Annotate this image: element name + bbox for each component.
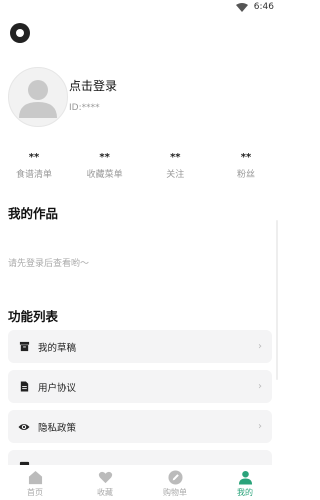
- stat-label: 粉丝: [236, 170, 255, 180]
- chevron-right-icon: ›: [258, 421, 262, 432]
- works-section-title: 我的作品: [8, 206, 59, 221]
- tab-label: 首页: [27, 488, 43, 497]
- stat-label: 食谱清单: [15, 170, 52, 180]
- person-icon: [237, 469, 253, 485]
- menu-item-user-agreement[interactable]: 用户协议 ›: [8, 370, 272, 403]
- chevron-right-icon: ›: [258, 381, 262, 392]
- pencil-icon: [167, 469, 183, 485]
- eye-icon: [18, 421, 30, 433]
- menu-item-drafts[interactable]: 我的草稿 ›: [8, 330, 272, 363]
- stat-followers[interactable]: ** 粉丝: [220, 152, 272, 184]
- menu-item-privacy-policy[interactable]: 隐私政策 ›: [8, 410, 272, 443]
- stat-label: 关注: [166, 170, 185, 180]
- heart-icon: [97, 469, 113, 485]
- bottom-tab-bar: 首页 收藏 购物单 我的: [0, 465, 280, 500]
- stat-following[interactable]: ** 关注: [149, 152, 201, 184]
- stat-favorites[interactable]: ** 收藏菜单: [79, 152, 131, 184]
- menu-item-label: 用户协议: [38, 382, 77, 394]
- tab-shopping-list[interactable]: 购物单: [145, 469, 205, 498]
- avatar[interactable]: [8, 67, 68, 127]
- tab-favorites[interactable]: 收藏: [75, 469, 135, 498]
- functions-section-title: 功能列表: [8, 309, 59, 324]
- default-avatar-icon: [19, 80, 57, 118]
- gear-icon: [16, 29, 24, 37]
- settings-button[interactable]: [10, 23, 30, 43]
- stat-value: **: [28, 152, 40, 163]
- stat-recipes[interactable]: ** 食谱清单: [8, 152, 60, 184]
- home-icon: [27, 469, 43, 485]
- works-empty-hint: 请先登录后查看哟～: [8, 259, 90, 269]
- login-link[interactable]: 点击登录: [69, 77, 117, 94]
- tab-label: 我的: [237, 488, 253, 497]
- status-time: 6:46: [253, 2, 274, 12]
- menu-item-label: 隐私政策: [38, 422, 77, 434]
- menu-item-label: 我的草稿: [38, 342, 77, 354]
- stat-value: **: [240, 152, 252, 163]
- wifi-icon: [235, 2, 248, 12]
- status-bar: 6:46: [0, 0, 280, 14]
- stat-label: 收藏菜单: [86, 170, 123, 180]
- chevron-right-icon: ›: [258, 341, 262, 352]
- stat-value: **: [170, 152, 181, 163]
- tab-label: 收藏: [97, 488, 113, 497]
- stat-value: **: [99, 152, 110, 163]
- user-id: ID:****: [69, 103, 100, 113]
- tab-label: 购物单: [163, 488, 187, 497]
- tab-profile[interactable]: 我的: [215, 469, 275, 498]
- profile-header[interactable]: 点击登录 ID:****: [8, 65, 272, 130]
- tab-home[interactable]: 首页: [5, 469, 65, 498]
- document-icon: [18, 381, 30, 393]
- scrollbar[interactable]: [276, 220, 278, 380]
- stats-row: ** 食谱清单 ** 收藏菜单 ** 关注 ** 粉丝: [0, 152, 280, 184]
- archive-icon: [18, 341, 30, 353]
